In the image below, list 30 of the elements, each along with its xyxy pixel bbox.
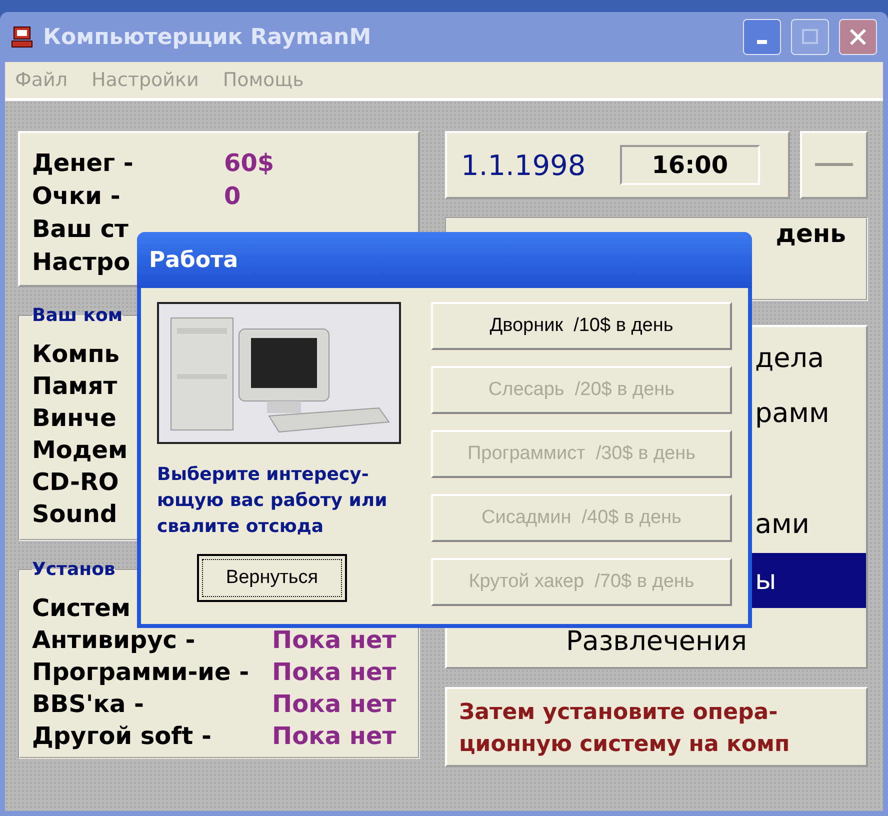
job-text: день	[776, 219, 846, 248]
stat-label: Очки -	[32, 181, 120, 212]
component-label: Sound	[32, 499, 118, 530]
software-value: Пока нет	[272, 657, 396, 688]
time-field: 16:00	[620, 145, 760, 185]
software-value: Пока нет	[272, 721, 396, 752]
software-label: Программи-ие -	[32, 657, 250, 688]
date-text: 1.1.1998	[461, 148, 586, 182]
component-label: Модем	[32, 435, 128, 466]
component-label: CD-RO	[32, 467, 119, 498]
stat-label: Денег -	[32, 148, 134, 179]
group-title: Ваш ком	[32, 305, 123, 326]
component-label: Компь	[32, 339, 120, 370]
window-title: Компьютерщик RaymanM	[43, 24, 372, 50]
stat-value: 60$	[224, 148, 274, 179]
instruction-text: Выберите интересу- ющую вас работу или свалите отсюда	[157, 463, 388, 539]
software-label: Другой soft -	[32, 721, 212, 752]
component-label: Винче	[32, 403, 116, 434]
stat-value: 0	[224, 181, 241, 212]
stat-label: Настро	[32, 247, 130, 278]
software-label: BBS'ка -	[32, 689, 144, 720]
hint-text: Затем установите опера- ционную систему на комп	[445, 687, 868, 767]
software-value: Пока нет	[272, 689, 396, 720]
stat-label: Ваш ст	[32, 214, 128, 245]
software-label: Систем	[32, 593, 130, 624]
software-label: Антивирус -	[32, 625, 196, 656]
component-label: Памят	[32, 371, 118, 402]
software-value: Пока нет	[272, 625, 396, 656]
group-title: Установ	[32, 559, 116, 580]
dialog-title: Работа	[149, 248, 238, 272]
